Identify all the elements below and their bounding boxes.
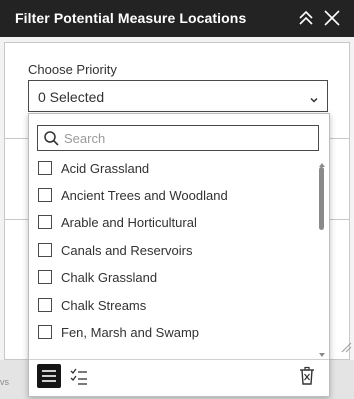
chevron-down-icon (309, 92, 319, 103)
checklist-icon[interactable] (67, 364, 91, 388)
checkbox[interactable] (38, 270, 52, 284)
panel-header: Filter Potential Measure Locations (0, 0, 354, 37)
list-item[interactable]: Chalk Grassland (29, 264, 317, 291)
priority-dropdown: Acid Grassland Ancient Trees and Woodlan… (28, 113, 330, 397)
search-input[interactable] (64, 129, 310, 147)
list-icon[interactable] (37, 364, 61, 388)
scrollbar[interactable] (318, 155, 326, 357)
search-icon (43, 130, 59, 146)
map-label: vs (0, 377, 9, 387)
chevrons-up-icon[interactable] (296, 8, 316, 28)
list-item[interactable]: Ancient Trees and Woodland (29, 182, 317, 209)
priority-select[interactable]: 0 Selected (28, 80, 328, 112)
option-label: Arable and Horticultural (61, 215, 197, 230)
list-item[interactable]: Arable and Horticultural (29, 209, 317, 236)
scrollbar-thumb[interactable] (319, 167, 324, 230)
search-box (37, 125, 319, 151)
checkbox[interactable] (38, 188, 52, 202)
scroll-up-icon[interactable] (319, 155, 325, 167)
list-item[interactable]: Canals and Reservoirs (29, 237, 317, 264)
option-label: Canals and Reservoirs (61, 243, 193, 258)
option-label: Ancient Trees and Woodland (61, 188, 228, 203)
close-icon[interactable] (322, 8, 342, 28)
option-label: Acid Grassland (61, 161, 150, 176)
priority-selected-value: 0 Selected (38, 89, 105, 105)
checkbox[interactable] (38, 298, 52, 312)
list-item[interactable]: Fen, Marsh and Swamp (29, 319, 317, 346)
list-item[interactable]: Acid Grassland (29, 155, 317, 182)
checkbox[interactable] (38, 243, 52, 257)
scroll-down-icon[interactable] (319, 345, 325, 357)
checkbox[interactable] (38, 215, 52, 229)
options-list: Acid Grassland Ancient Trees and Woodlan… (29, 155, 317, 353)
list-item-partial[interactable] (29, 347, 317, 353)
option-label: Chalk Streams (61, 298, 147, 313)
checkbox[interactable] (38, 161, 52, 175)
option-label: Fen, Marsh and Swamp (61, 325, 200, 340)
option-label: Chalk Grassland (61, 270, 158, 285)
list-item[interactable]: Chalk Streams (29, 292, 317, 319)
dropdown-footer (29, 360, 329, 396)
resize-handle-icon[interactable] (340, 340, 352, 353)
trash-icon[interactable] (295, 364, 319, 388)
panel-title: Filter Potential Measure Locations (15, 10, 247, 26)
checkbox[interactable] (38, 325, 52, 339)
priority-label: Choose Priority (28, 62, 117, 77)
